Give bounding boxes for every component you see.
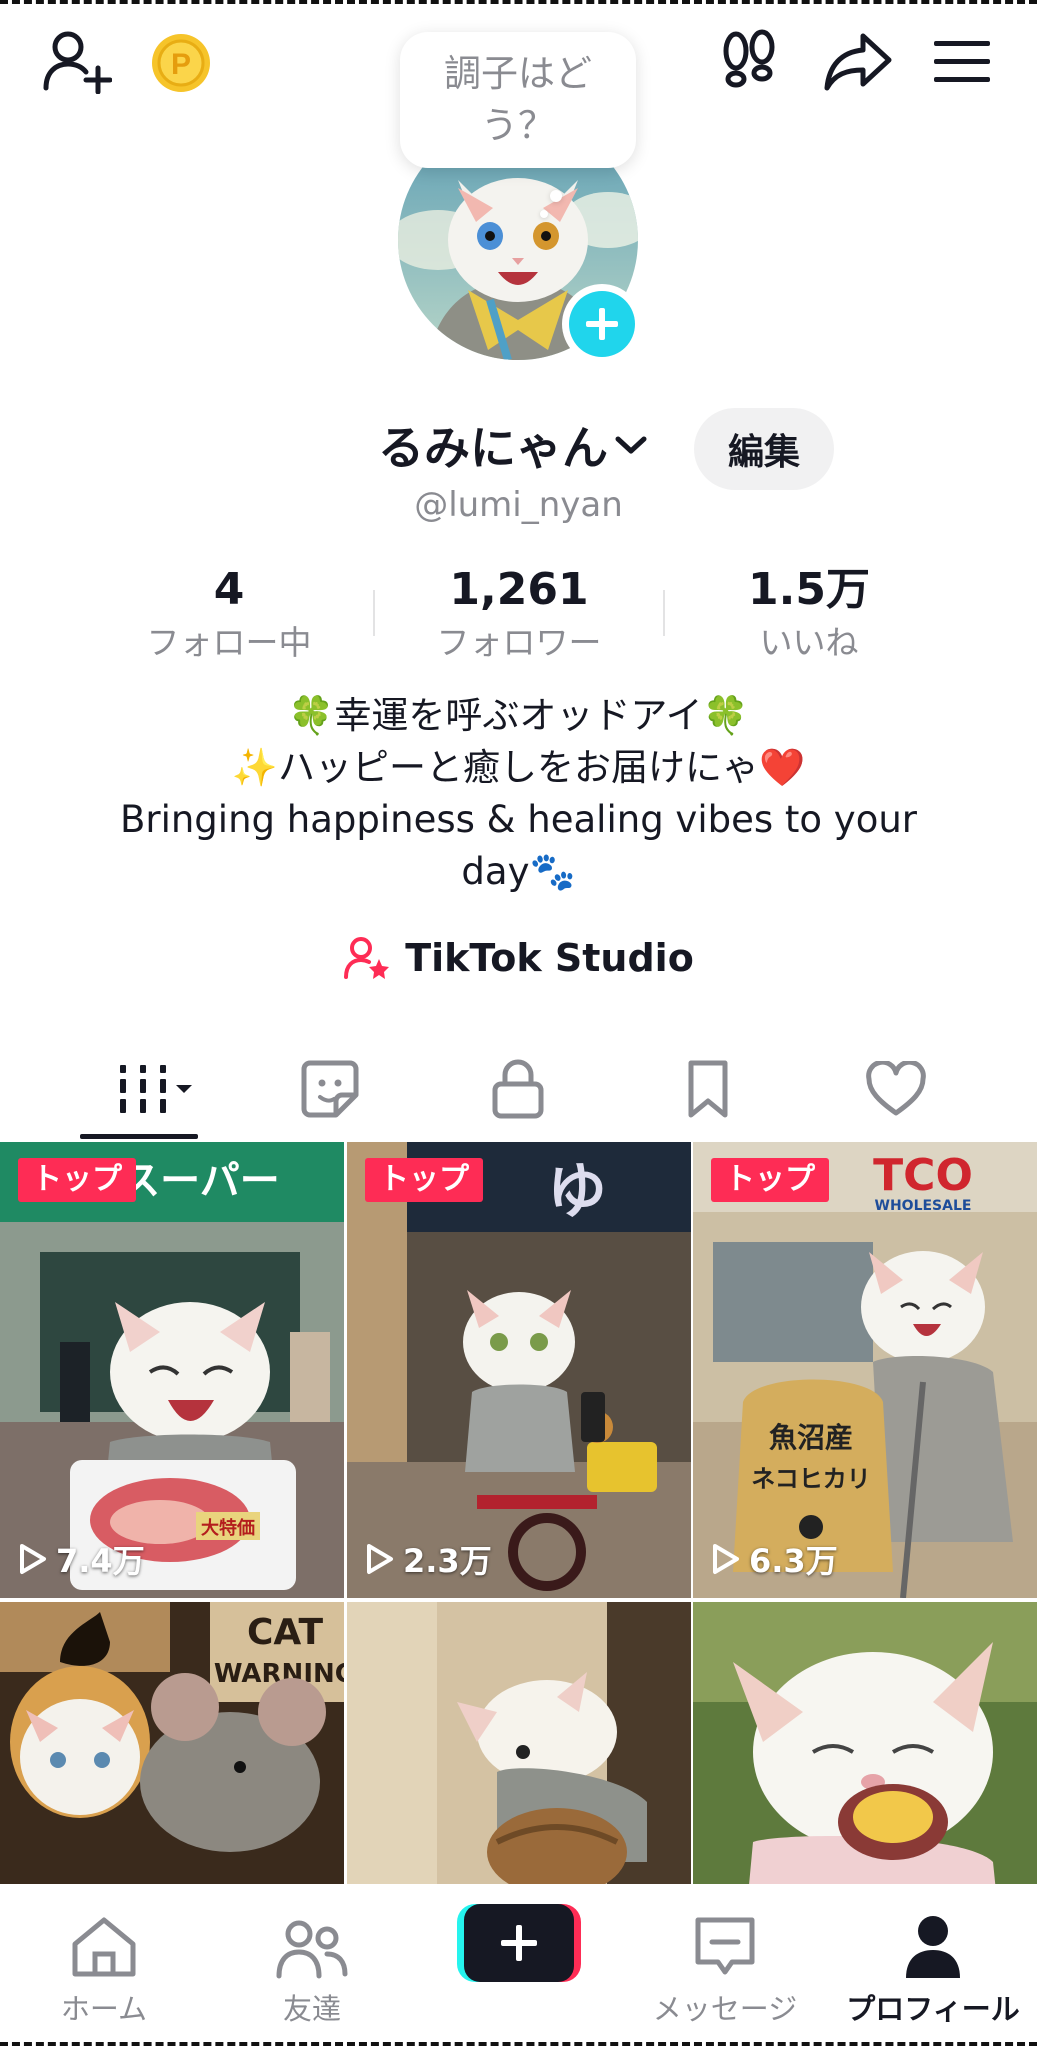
top-border (0, 0, 1037, 4)
warning-sign: CAT (247, 1612, 323, 1653)
top-badge: トップ (711, 1158, 829, 1202)
hamburger-menu-icon[interactable] (930, 34, 994, 90)
nav-label: メッセージ (652, 1992, 798, 2026)
nav-home[interactable]: ホーム (14, 1908, 194, 2028)
view-count: 2.3万 (365, 1536, 492, 1582)
play-icon (367, 1544, 393, 1574)
lock-icon[interactable] (478, 1054, 558, 1124)
store-sign: TCO (873, 1150, 973, 1201)
stat-label: フォロワー (436, 623, 602, 662)
bio-line: Bringing happiness & healing vibes to yo… (119, 798, 918, 841)
store-sub-sign: WHOLESALE (875, 1198, 972, 1214)
share-arrow-icon[interactable] (822, 28, 894, 94)
top-badge: トップ (18, 1158, 136, 1202)
video-thumbnail[interactable] (347, 1602, 691, 1884)
bio-line: day🐾 (461, 850, 576, 893)
store-sign: スーパー (120, 1158, 280, 1204)
nav-messages[interactable]: メッセージ (635, 1908, 815, 2028)
view-count-value: 7.4万 (56, 1542, 145, 1580)
view-count-value: 6.3万 (749, 1542, 838, 1580)
person-plus-icon[interactable] (36, 26, 116, 96)
play-icon (20, 1544, 46, 1574)
studio-person-star-icon (344, 937, 390, 979)
chevron-down-icon (615, 436, 647, 454)
plus-icon (501, 1925, 537, 1961)
video-grid: スーパー 大特価 トップ 7.4万 ゆ トップ 2.3万 TCO WHOLESA… (0, 1142, 1037, 1884)
video-thumbnail[interactable]: スーパー 大特価 トップ 7.4万 (0, 1142, 344, 1598)
noren-sign: ゆ (547, 1157, 607, 1227)
bio-line: ✨ハッピーと癒しをお届けにゃ❤️ (231, 746, 806, 789)
create-button[interactable] (457, 1904, 581, 1982)
display-name-switcher[interactable]: るみにゃん (378, 412, 648, 478)
stat-following[interactable]: 4 フォロー中 (84, 560, 374, 666)
footprints-icon[interactable] (718, 28, 780, 94)
stat-label: いいね (759, 623, 859, 662)
stat-value: 1.5万 (748, 564, 870, 615)
tiktok-studio-link[interactable]: TikTok Studio (0, 935, 1037, 981)
stat-likes[interactable]: 1.5万 いいね (664, 560, 954, 666)
coin-letter: P (171, 48, 191, 81)
home-icon (72, 1917, 136, 1977)
price-label: 大特価 (201, 1517, 255, 1539)
nav-label: 友達 (282, 1992, 341, 2026)
nav-friends[interactable]: 友達 (222, 1908, 402, 2028)
stat-followers[interactable]: 1,261 フォロワー (374, 560, 664, 666)
stat-label: フォロー中 (146, 623, 312, 662)
play-icon (713, 1544, 739, 1574)
status-bubble[interactable]: 調子はどう？ (400, 32, 636, 168)
sticker-icon[interactable] (290, 1054, 370, 1124)
bottom-border (0, 2042, 1037, 2046)
heart-icon[interactable] (856, 1054, 936, 1124)
video-thumbnail[interactable] (693, 1602, 1037, 1884)
video-thumbnail[interactable]: CAT WARNING (0, 1602, 344, 1884)
bubble-tail-dot (550, 190, 562, 202)
nav-label: プロフィール (846, 1992, 1020, 2026)
view-count: 6.3万 (711, 1536, 838, 1582)
active-tab-indicator (80, 1134, 198, 1139)
bubble-line2: う？ (481, 104, 555, 147)
profile-stats: 4 フォロー中 1,261 フォロワー 1.5万 いいね (0, 560, 1037, 670)
profile-icon (906, 1916, 960, 1978)
friends-icon (276, 1920, 348, 1979)
nav-label: ホーム (60, 1992, 148, 2026)
nav-profile[interactable]: プロフィール (843, 1908, 1023, 2028)
bubble-line1: 調子はど (444, 52, 592, 95)
content-tabs (0, 1040, 1037, 1140)
username-handle: @lumi_nyan (414, 485, 623, 525)
profile-bio: 🍀幸運を呼ぶオッドアイ🍀 ✨ハッピーと癒しをお届けにゃ❤️ Bringing h… (80, 690, 957, 898)
message-icon (695, 1917, 755, 1975)
studio-label: TikTok Studio (405, 936, 694, 980)
add-avatar-button[interactable] (562, 284, 642, 364)
top-badge: トップ (365, 1158, 483, 1202)
videos-grid-icon[interactable] (100, 1054, 200, 1124)
video-thumbnail[interactable]: TCO WHOLESALE 魚沼産 ネコヒカリ トップ 6.3万 (693, 1142, 1037, 1598)
video-thumbnail[interactable]: ゆ トップ 2.3万 (347, 1142, 691, 1598)
stat-value: 4 (213, 564, 245, 615)
view-count-value: 2.3万 (403, 1542, 492, 1580)
bag-label: 魚沼産 (769, 1421, 853, 1454)
stat-value: 1,261 (449, 564, 589, 615)
bookmark-icon[interactable] (668, 1054, 748, 1124)
view-count: 7.4万 (18, 1536, 145, 1582)
bag-label: ネコヒカリ (751, 1465, 871, 1493)
p-coin-icon[interactable]: P (150, 32, 212, 94)
bubble-tail-dot (540, 210, 548, 218)
display-name: るみにゃん (378, 421, 608, 475)
bio-line: 🍀幸運を呼ぶオッドアイ🍀 (288, 694, 749, 737)
edit-profile-button[interactable]: 編集 (694, 408, 834, 490)
plus-icon (586, 308, 618, 340)
